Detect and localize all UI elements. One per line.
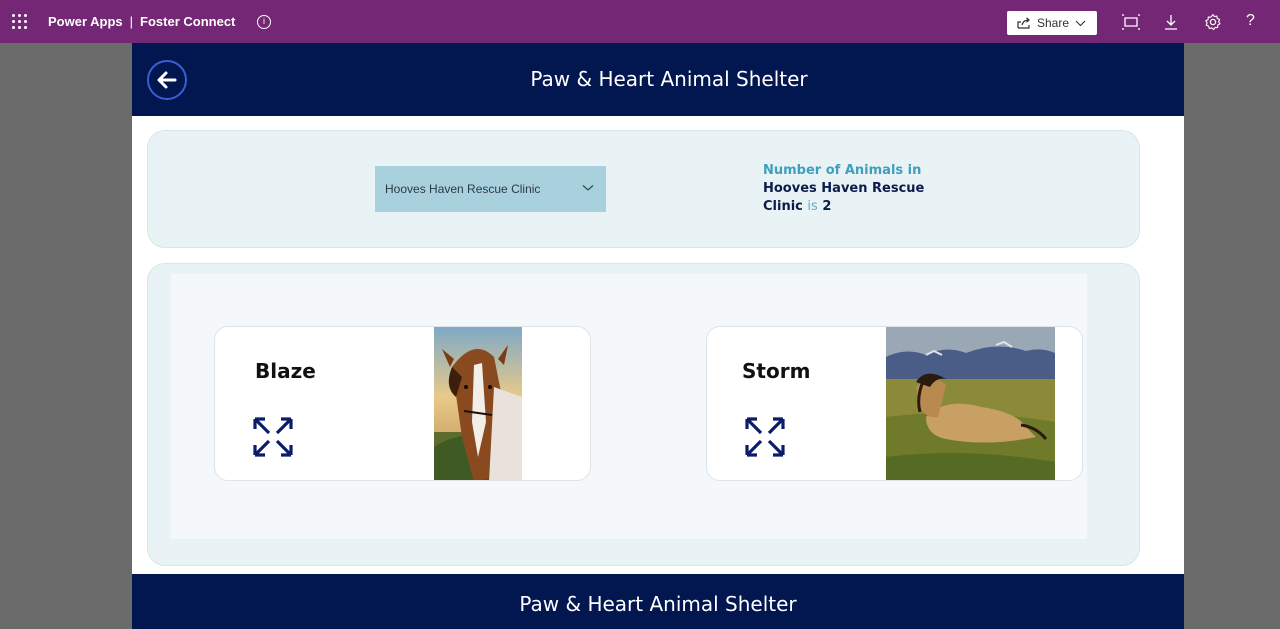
download-icon[interactable] [1162, 13, 1180, 31]
animal-photo [886, 327, 1055, 480]
filter-panel: Hooves Haven Rescue Clinic Number of Ani… [147, 130, 1140, 248]
dropdown-selected-value: Hooves Haven Rescue Clinic [385, 182, 541, 196]
product-name: Power Apps [48, 14, 123, 29]
animal-card[interactable]: Blaze [214, 326, 591, 481]
breadcrumb-separator: | [129, 14, 134, 29]
gallery-panel: Blaze Storm [147, 263, 1140, 566]
count-location: Hooves Haven Rescue Clinic [763, 181, 925, 214]
page-title: Paw & Heart Animal Shelter [530, 67, 808, 91]
animal-count-label: Number of Animals in Hooves Haven Rescue… [763, 162, 933, 216]
help-icon[interactable]: ? [1246, 12, 1264, 30]
animal-gallery: Blaze Storm [171, 274, 1087, 539]
count-value: 2 [822, 199, 832, 214]
footer-title: Paw & Heart Animal Shelter [519, 592, 797, 616]
animal-card[interactable]: Storm [706, 326, 1083, 481]
horse-photo-blaze [434, 327, 522, 480]
fit-screen-icon[interactable] [1122, 13, 1140, 31]
count-prefix: Number of Animals in [763, 163, 922, 178]
horse-photo-storm [886, 327, 1055, 480]
power-apps-bar: Power Apps | Foster Connect i Share ? [0, 0, 1280, 43]
expand-icon[interactable] [251, 415, 295, 459]
location-dropdown[interactable]: Hooves Haven Rescue Clinic [375, 166, 606, 212]
chevron-down-icon [1075, 20, 1086, 26]
info-icon[interactable]: i [257, 15, 271, 29]
waffle-icon[interactable] [12, 14, 28, 30]
app-footer: Paw & Heart Animal Shelter [132, 574, 1184, 629]
app-title: Foster Connect [140, 14, 236, 29]
settings-icon[interactable] [1204, 13, 1222, 31]
app-header: Paw & Heart Animal Shelter [132, 43, 1184, 116]
share-icon [1017, 17, 1030, 29]
share-label: Share [1037, 16, 1070, 30]
animal-name: Blaze [255, 359, 316, 383]
animal-name: Storm [742, 359, 811, 383]
chevron-down-icon [582, 185, 594, 191]
expand-icon[interactable] [743, 415, 787, 459]
share-button[interactable]: Share [1007, 11, 1097, 35]
count-is: is [807, 199, 818, 214]
animal-photo [434, 327, 522, 480]
app-breadcrumb: Power Apps | Foster Connect [48, 14, 235, 29]
app-canvas: Paw & Heart Animal Shelter Hooves Haven … [132, 43, 1184, 629]
